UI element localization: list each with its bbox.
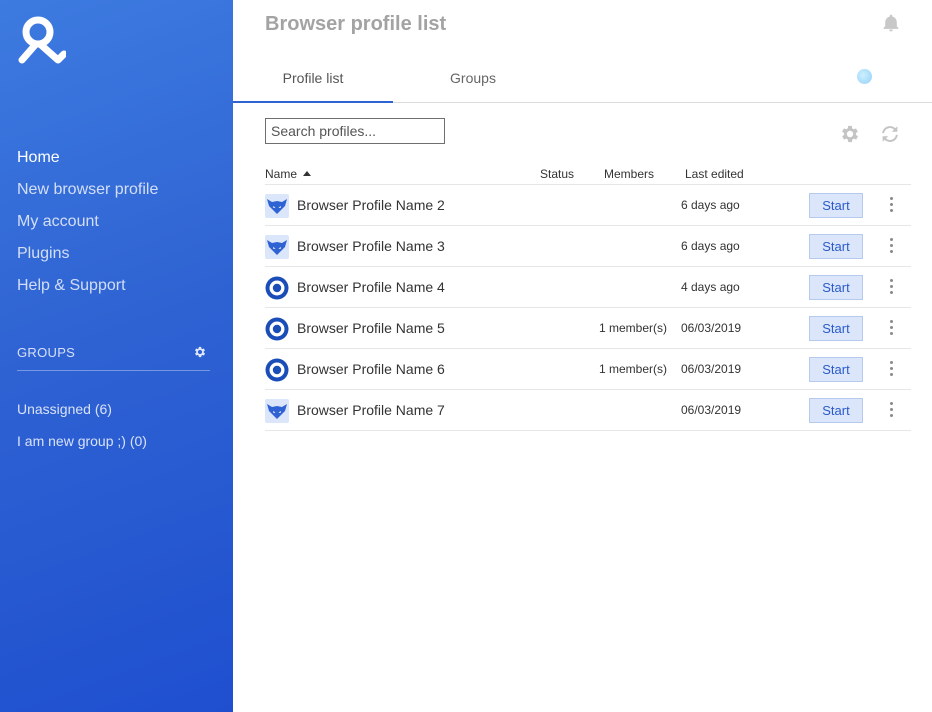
profile-name[interactable]: Browser Profile Name 7 xyxy=(297,402,445,419)
start-button[interactable]: Start xyxy=(809,398,863,423)
tab-profile-list[interactable]: Profile list xyxy=(233,55,393,103)
sidebar-item-home[interactable]: Home xyxy=(17,148,158,180)
sidebar-item-help-support[interactable]: Help & Support xyxy=(17,276,158,308)
start-button[interactable]: Start xyxy=(809,234,863,259)
table-row[interactable]: Browser Profile Name 2 6 days ago Start xyxy=(265,185,911,226)
profile-last-edited: 6 days ago xyxy=(681,198,740,212)
sidebar-item-plugins[interactable]: Plugins xyxy=(17,244,158,276)
profile-name[interactable]: Browser Profile Name 3 xyxy=(297,238,445,255)
profile-table: Name Status Members Last edited Browser … xyxy=(265,163,911,431)
sidebar-item-new-browser-profile[interactable]: New browser profile xyxy=(17,180,158,212)
profile-last-edited: 06/03/2019 xyxy=(681,403,742,417)
table-row[interactable]: Browser Profile Name 4 4 days ago Start xyxy=(265,267,911,308)
group-item-unassigned[interactable]: Unassigned (6) xyxy=(17,400,147,432)
sidebar: Home New browser profile My account Plug… xyxy=(0,0,233,712)
table-body: Browser Profile Name 26 days ago Start Bro… xyxy=(265,185,911,431)
ring-icon xyxy=(265,317,289,341)
profile-last-edited: 4 days ago xyxy=(681,280,740,294)
gear-icon[interactable] xyxy=(839,123,861,145)
more-options-icon[interactable] xyxy=(884,320,898,338)
ring-icon xyxy=(265,276,289,300)
group-list: Unassigned (6) I am new group ;) (0) xyxy=(17,400,147,464)
tab-groups[interactable]: Groups xyxy=(393,55,553,102)
bell-icon[interactable] xyxy=(881,13,901,33)
fox-icon xyxy=(265,194,289,218)
groups-settings-gear-icon[interactable] xyxy=(193,345,207,359)
table-row[interactable]: Browser Profile Name 6 1 member(s) 06/03/2… xyxy=(265,349,911,390)
table-row[interactable]: Browser Profile Name 3 6 days ago Start xyxy=(265,226,911,267)
ring-icon xyxy=(265,358,289,382)
profile-name[interactable]: Browser Profile Name 6 xyxy=(297,361,445,378)
start-button[interactable]: Start xyxy=(809,193,863,218)
start-button[interactable]: Start xyxy=(809,357,863,382)
table-header: Name Status Members Last edited xyxy=(265,163,911,185)
column-header-name[interactable]: Name xyxy=(265,167,312,181)
sidebar-nav: Home New browser profile My account Plug… xyxy=(17,148,158,308)
sidebar-item-my-account[interactable]: My account xyxy=(17,212,158,244)
more-options-icon[interactable] xyxy=(884,402,898,420)
start-button[interactable]: Start xyxy=(809,275,863,300)
profile-members: 1 member(s) xyxy=(599,362,668,376)
start-button[interactable]: Start xyxy=(809,316,863,341)
fox-icon xyxy=(265,399,289,423)
profile-last-edited: 6 days ago xyxy=(681,239,740,253)
profile-name[interactable]: Browser Profile Name 4 xyxy=(297,279,445,296)
profile-last-edited: 06/03/2019 xyxy=(681,321,742,335)
groups-title: GROUPS xyxy=(17,345,76,360)
column-header-name-label: Name xyxy=(265,167,298,181)
more-options-icon[interactable] xyxy=(884,361,898,379)
table-row[interactable]: Browser Profile Name 7 06/03/2019 Start xyxy=(265,390,911,431)
more-options-icon[interactable] xyxy=(884,279,898,297)
page-title: Browser profile list xyxy=(265,13,447,35)
profile-members: 1 member(s) xyxy=(599,321,668,335)
search-input[interactable] xyxy=(265,118,445,144)
column-header-status[interactable]: Status xyxy=(540,167,574,181)
fox-icon xyxy=(265,235,289,259)
app-logo-icon[interactable] xyxy=(16,14,66,64)
groups-header: GROUPS xyxy=(17,344,210,371)
sort-ascending-icon xyxy=(303,171,312,176)
more-options-icon[interactable] xyxy=(884,238,898,256)
tab-bar: Profile list Groups xyxy=(233,55,932,103)
main-content: Browser profile list Profile list Groups… xyxy=(233,0,932,712)
column-header-members[interactable]: Members xyxy=(604,167,654,181)
more-options-icon[interactable] xyxy=(884,197,898,215)
profile-name[interactable]: Browser Profile Name 5 xyxy=(297,320,445,337)
status-dot-icon xyxy=(857,69,872,84)
column-header-last-edited[interactable]: Last edited xyxy=(685,167,744,181)
profile-last-edited: 06/03/2019 xyxy=(681,362,742,376)
group-item-new-group[interactable]: I am new group ;) (0) xyxy=(17,432,147,464)
profile-name[interactable]: Browser Profile Name 2 xyxy=(297,197,445,214)
refresh-icon[interactable] xyxy=(879,123,901,145)
table-row[interactable]: Browser Profile Name 5 1 member(s) 06/03/2… xyxy=(265,308,911,349)
